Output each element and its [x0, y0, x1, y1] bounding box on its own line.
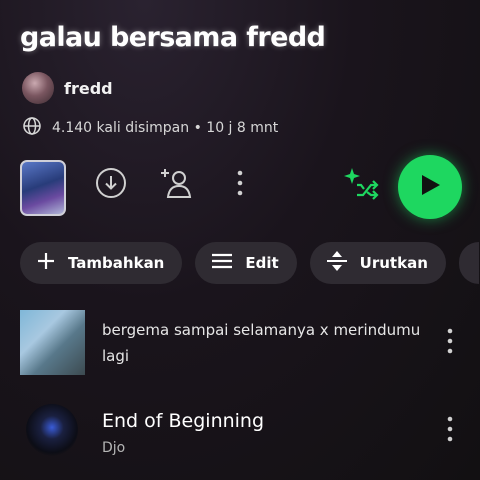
track-row[interactable]: End of Beginning Djo	[20, 398, 460, 463]
track-info: bergema sampai selamanya x merindumu lag…	[102, 317, 440, 369]
track-title: bergema sampai selamanya x merindumu lag…	[102, 320, 421, 365]
edit-chip-label: Edit	[245, 254, 279, 272]
edit-chip[interactable]: Edit	[195, 242, 297, 284]
globe-icon	[22, 116, 42, 140]
download-button[interactable]	[94, 168, 128, 202]
more-vertical-icon	[447, 328, 453, 358]
more-chips-stub[interactable]	[458, 242, 479, 284]
track-title: End of Beginning	[102, 409, 265, 432]
track-artist: Djo	[102, 439, 126, 456]
add-chip-label: Tambahkan	[68, 254, 165, 272]
download-icon	[95, 167, 127, 203]
playlist-title: galau bersama fredd	[20, 22, 326, 53]
sort-icon	[326, 250, 348, 276]
list-icon	[211, 252, 233, 274]
add-user-icon	[159, 165, 195, 205]
track-artwork	[20, 310, 85, 375]
add-chip[interactable]: Tambahkan	[20, 242, 183, 284]
play-button[interactable]	[398, 155, 462, 219]
playlist-cover-thumbnail[interactable]	[20, 160, 66, 216]
track-more-button[interactable]	[440, 411, 460, 451]
track-row[interactable]: bergema sampai selamanya x merindumu lag…	[20, 310, 460, 375]
more-vertical-icon	[237, 170, 243, 200]
meta-text: 4.140 kali disimpan • 10 j 8 mnt	[52, 120, 279, 136]
owner-row[interactable]: fredd	[22, 72, 113, 104]
track-more-button[interactable]	[440, 323, 460, 363]
invite-collaborator-button[interactable]	[158, 166, 196, 204]
track-artwork	[20, 398, 85, 463]
action-chips: Tambahkan Edit Urutkan	[20, 242, 479, 284]
smart-shuffle-button[interactable]	[342, 166, 382, 206]
more-options-button[interactable]	[228, 168, 252, 202]
sort-chip-label: Urutkan	[359, 254, 428, 272]
sort-chip[interactable]: Urutkan	[309, 242, 446, 284]
more-vertical-icon	[447, 416, 453, 446]
play-icon	[419, 173, 441, 201]
owner-avatar[interactable]	[22, 72, 54, 104]
track-info: End of Beginning Djo	[102, 406, 440, 456]
plus-icon	[36, 251, 56, 275]
smart-shuffle-icon	[343, 165, 381, 207]
playlist-meta: 4.140 kali disimpan • 10 j 8 mnt	[22, 116, 278, 140]
owner-name[interactable]: fredd	[64, 79, 113, 98]
